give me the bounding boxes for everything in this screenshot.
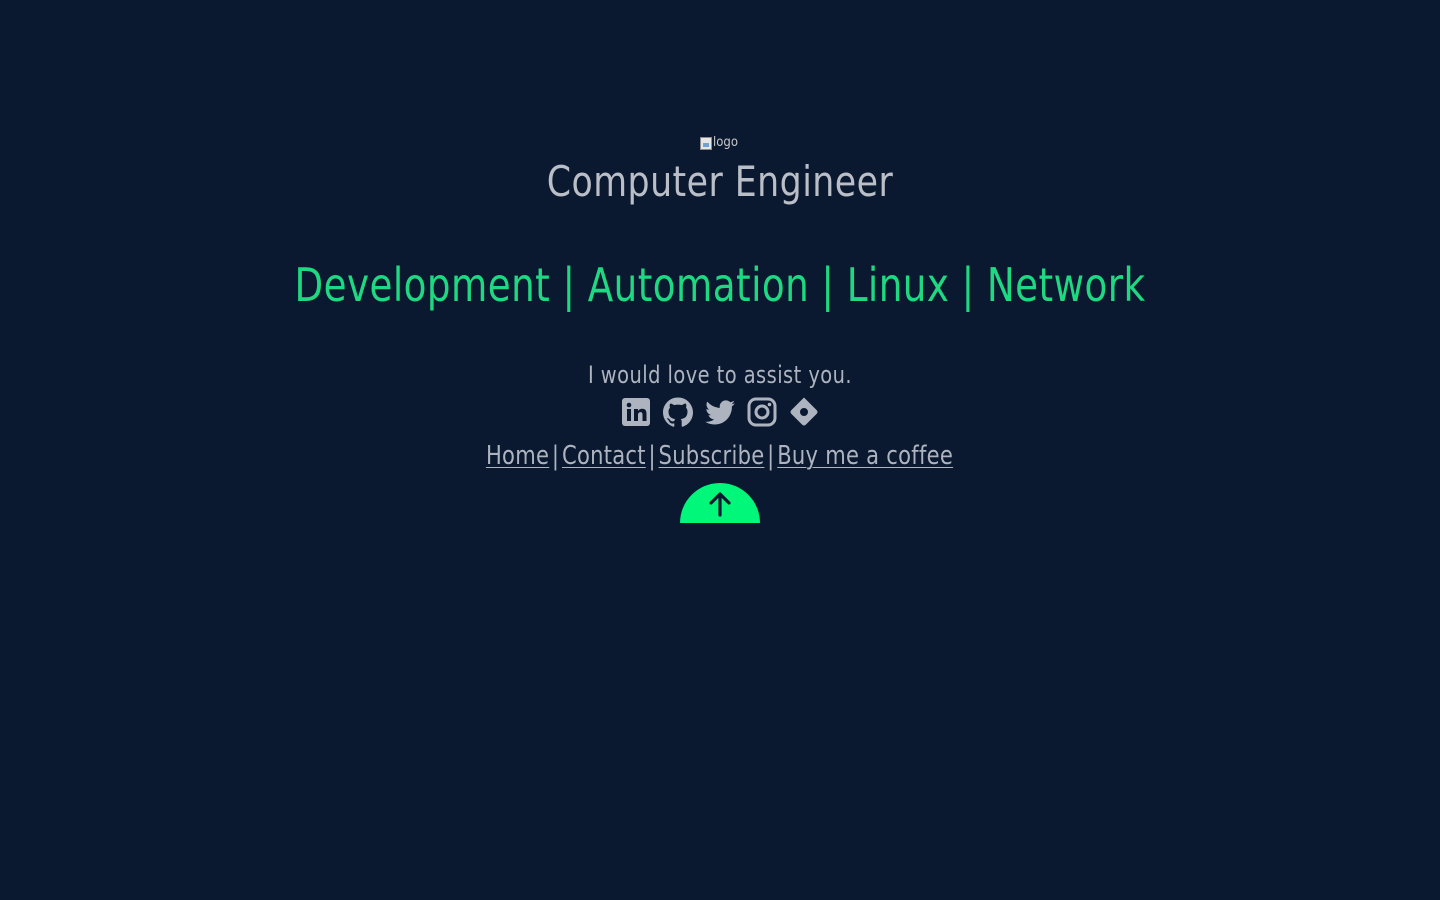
map-pin-icon (790, 397, 818, 426)
linkedin-icon (622, 398, 650, 426)
home-link[interactable]: Home (486, 441, 549, 471)
location-link[interactable] (788, 396, 820, 428)
linkedin-link[interactable] (620, 396, 652, 428)
tagline: I would love to assist you. (588, 361, 852, 389)
social-links (0, 396, 1440, 430)
page: logo Computer Engineer Development | Aut… (0, 0, 1440, 900)
scroll-to-top-button[interactable] (680, 483, 760, 523)
buy-coffee-link[interactable]: Buy me a coffee (778, 441, 954, 471)
separator: | (552, 441, 560, 471)
arrow-up-icon (709, 492, 731, 517)
twitter-link[interactable] (704, 396, 736, 428)
footer-nav: Home | Contact | Subscribe | Buy me a coffee (0, 438, 1440, 474)
instagram-link[interactable] (746, 396, 778, 428)
skills-heading: Development | Automation | Linux | Netwo… (294, 258, 1146, 312)
github-link[interactable] (662, 396, 694, 428)
page-title: Computer Engineer (546, 157, 894, 206)
twitter-icon (705, 400, 735, 425)
github-icon (663, 397, 693, 427)
logo-image: logo (700, 133, 738, 153)
separator: | (767, 441, 775, 471)
subscribe-link[interactable]: Subscribe (659, 441, 765, 471)
broken-image-icon (700, 136, 712, 150)
contact-link[interactable]: Contact (562, 441, 646, 471)
instagram-icon (747, 397, 777, 427)
separator: | (648, 441, 657, 471)
logo-alt-text: logo (713, 135, 738, 150)
